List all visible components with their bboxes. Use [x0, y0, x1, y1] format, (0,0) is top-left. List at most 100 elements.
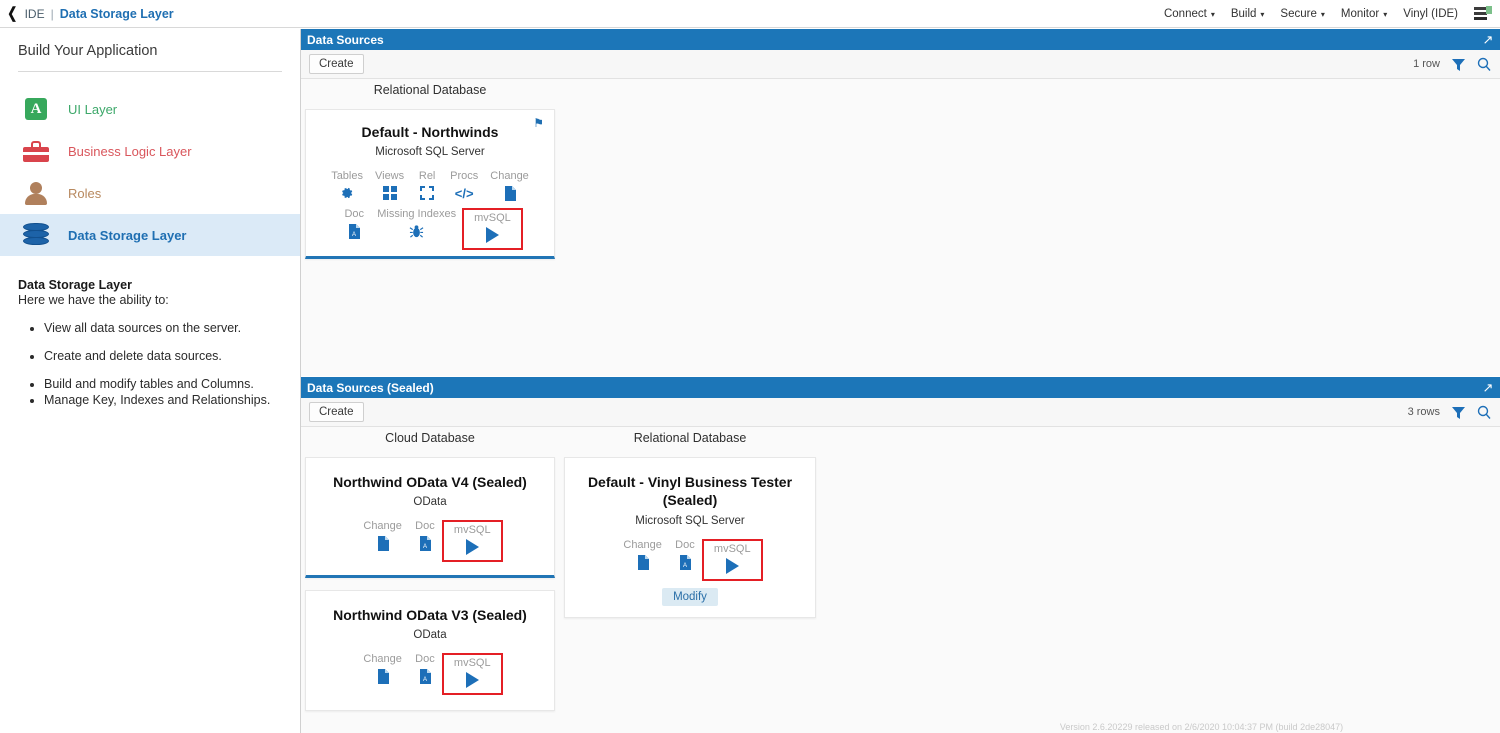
data-sources-panel-header: Data Sources ↗: [301, 29, 1500, 50]
document-icon: [377, 667, 389, 685]
action-doc[interactable]: Doc A: [668, 539, 702, 571]
pdf-icon: A: [679, 553, 691, 571]
nav-monitor[interactable]: Monitor ▾: [1341, 8, 1387, 20]
action-doc[interactable]: Doc A: [408, 653, 442, 685]
toolbar-right: 1 row: [1413, 57, 1500, 71]
data-source-card[interactable]: ⚑ Default - Northwinds Microsoft SQL Ser…: [305, 109, 555, 259]
svg-text:A: A: [423, 677, 427, 683]
action-mvsql[interactable]: mvSQL: [442, 653, 503, 695]
action-mvsql[interactable]: mvSQL: [442, 520, 503, 562]
action-label: Rel: [419, 170, 436, 182]
action-procs[interactable]: Procs </>: [444, 170, 484, 202]
person-icon: [22, 179, 50, 207]
nav-build-label: Build: [1231, 8, 1257, 20]
action-change[interactable]: Change: [357, 520, 408, 552]
sidebar-item-label: Data Storage Layer: [68, 228, 187, 243]
nav-secure[interactable]: Secure ▾: [1280, 8, 1324, 20]
action-label: mvSQL: [454, 657, 491, 669]
sidebar: Build Your Application A UI Layer Busine…: [0, 29, 301, 733]
data-sources-sealed-body: Cloud Database Northwind OData V4 (Seale…: [301, 427, 1500, 733]
action-change[interactable]: Change: [484, 170, 535, 202]
expand-arrow-icon[interactable]: ↗: [1480, 380, 1496, 396]
data-source-card[interactable]: Northwind OData V4 (Sealed) OData Change…: [305, 457, 555, 578]
action-rel[interactable]: Rel: [410, 170, 444, 202]
action-label: mvSQL: [454, 524, 491, 536]
svg-text:A: A: [683, 563, 687, 569]
play-icon: [466, 671, 479, 689]
action-label: mvSQL: [474, 212, 511, 224]
nav-connect-label: Connect: [1164, 8, 1207, 20]
sidebar-title: Build Your Application: [0, 29, 300, 59]
action-tables[interactable]: Tables: [325, 170, 369, 202]
sidebar-item-roles[interactable]: Roles: [0, 172, 300, 214]
action-label: mvSQL: [714, 543, 751, 555]
action-views[interactable]: Views: [369, 170, 410, 202]
funnel-icon[interactable]: [1452, 58, 1465, 70]
nav-secure-label: Secure: [1280, 8, 1316, 20]
action-mvsql[interactable]: mvSQL: [462, 208, 523, 250]
list-item: Create and delete data sources.: [44, 349, 282, 363]
nav-vinyl-ide-label: Vinyl (IDE): [1403, 8, 1458, 20]
data-source-card[interactable]: Northwind OData V3 (Sealed) OData Change…: [305, 590, 555, 711]
sidebar-item-business-logic-layer[interactable]: Business Logic Layer: [0, 130, 300, 172]
column-label: Relational Database: [564, 431, 816, 445]
action-mvsql[interactable]: mvSQL: [702, 539, 763, 581]
chevron-left-icon[interactable]: ❮: [7, 6, 17, 21]
card-actions-row: Change Doc A mvSQL: [306, 653, 554, 695]
data-source-card[interactable]: Default - Vinyl Business Tester (Sealed)…: [564, 457, 816, 618]
panel-title: Data Sources: [301, 33, 384, 47]
ui-layer-icon: A: [22, 95, 50, 123]
sidebar-desc-heading: Data Storage Layer: [18, 278, 282, 292]
card-actions-row-1: Tables Views Rel Procs: [306, 170, 554, 202]
row-count: 3 rows: [1408, 406, 1440, 418]
create-button[interactable]: Create: [309, 402, 364, 422]
data-sources-sealed-panel-header: Data Sources (Sealed) ↗: [301, 377, 1500, 398]
top-nav: Connect ▾ Build ▾ Secure ▾ Monitor ▾ Vin…: [1164, 6, 1500, 22]
action-label: Tables: [331, 170, 363, 182]
action-change[interactable]: Change: [617, 539, 668, 571]
card-subtitle: Microsoft SQL Server: [565, 515, 815, 527]
search-icon[interactable]: [1477, 405, 1491, 419]
card-subtitle: OData: [306, 496, 554, 508]
play-icon: [486, 226, 499, 244]
list-item: Manage Key, Indexes and Relationships.: [44, 393, 282, 407]
column-label: Relational Database: [305, 83, 555, 97]
action-missing-indexes[interactable]: Missing Indexes: [371, 208, 462, 240]
action-label: Doc: [415, 653, 435, 665]
nav-vinyl-ide[interactable]: Vinyl (IDE): [1403, 8, 1458, 20]
action-change[interactable]: Change: [357, 653, 408, 685]
nav-build[interactable]: Build ▾: [1231, 8, 1265, 20]
action-doc[interactable]: Doc A: [337, 208, 371, 240]
bug-icon: [409, 222, 424, 240]
sidebar-item-data-storage-layer[interactable]: Data Storage Layer: [0, 214, 300, 256]
chevron-down-icon: ▾: [1211, 10, 1215, 19]
card-actions-row: Change Doc A mvSQL: [565, 539, 815, 581]
sidebar-item-ui-layer[interactable]: A UI Layer: [0, 88, 300, 130]
list-menu-icon[interactable]: [1474, 6, 1492, 22]
create-button[interactable]: Create: [309, 54, 364, 74]
action-label: Doc: [675, 539, 695, 551]
action-label: Doc: [344, 208, 364, 220]
breadcrumb-root[interactable]: IDE: [25, 7, 45, 21]
database-icon: [22, 221, 50, 249]
action-label: Missing Indexes: [377, 208, 456, 220]
search-icon[interactable]: [1477, 57, 1491, 71]
chevron-down-icon: ▾: [1260, 10, 1264, 19]
svg-text:A: A: [423, 544, 427, 550]
data-sources-toolbar: Create 1 row: [301, 50, 1500, 79]
nav-connect[interactable]: Connect ▾: [1164, 8, 1215, 20]
sidebar-desc-bullets: View all data sources on the server. Cre…: [44, 321, 282, 407]
sidebar-item-label: Roles: [68, 186, 101, 201]
funnel-icon[interactable]: [1452, 406, 1465, 418]
document-icon: [377, 534, 389, 552]
expand-arrow-icon[interactable]: ↗: [1480, 32, 1496, 48]
sidebar-item-label: Business Logic Layer: [68, 144, 192, 159]
column-relational-database: Relational Database ⚑ Default - Northwin…: [305, 83, 555, 259]
gear-icon: [340, 184, 354, 202]
card-title: Default - Northwinds: [306, 124, 554, 140]
external-link-icon[interactable]: ⚑: [533, 116, 544, 130]
action-doc[interactable]: Doc A: [408, 520, 442, 552]
modify-tooltip[interactable]: Modify: [662, 588, 718, 606]
action-label: Procs: [450, 170, 478, 182]
chevron-down-icon: ▾: [1321, 10, 1325, 19]
